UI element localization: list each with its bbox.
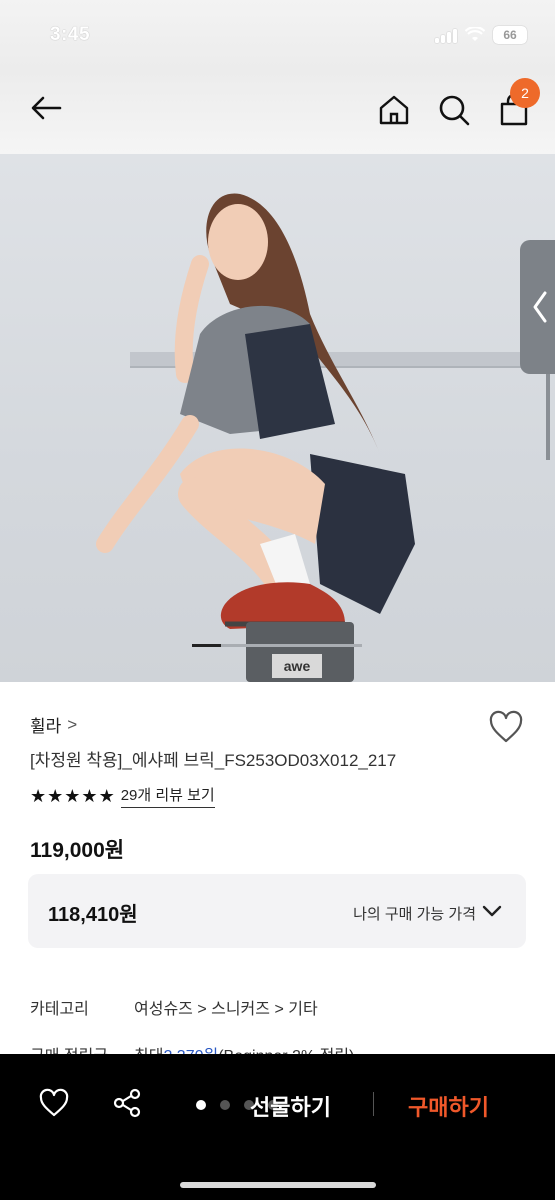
rating-row: ★ ★ ★ ★ ★ 29개 리뷰 보기 — [30, 784, 215, 808]
buy-button[interactable]: 구매하기 — [408, 1090, 489, 1122]
rating-stars: ★ ★ ★ ★ ★ — [30, 787, 115, 805]
product-title: [차정원 착용]_에샤페 브릭_FS253OD03X012_217 — [30, 751, 397, 770]
my-price-value: 118,410원 — [48, 904, 138, 926]
back-arrow-icon[interactable] — [26, 88, 66, 128]
product-image-gallery[interactable]: awe — [0, 154, 555, 682]
cart-count-badge: 2 — [510, 78, 540, 108]
heart-icon[interactable] — [488, 710, 524, 744]
post-sticker: awe — [272, 654, 322, 678]
chevron-down-icon — [482, 905, 502, 917]
star-icon: ★ — [47, 786, 64, 806]
drawer-indicator — [546, 374, 550, 460]
share-icon[interactable] — [112, 1088, 142, 1118]
page-dot — [196, 1100, 206, 1110]
home-icon[interactable] — [376, 92, 412, 128]
brand-name: 휠라 — [30, 717, 62, 736]
my-price-box[interactable]: 118,410원 나의 구매 가능 가격 — [28, 874, 526, 948]
wifi-icon — [465, 27, 485, 41]
review-link[interactable]: 29개 리뷰 보기 — [120, 784, 215, 808]
star-icon: ★ — [30, 786, 47, 806]
my-price-label: 나의 구매 가능 가격 — [353, 906, 476, 923]
star-icon: ★ — [81, 786, 98, 806]
home-indicator — [180, 1182, 376, 1188]
model-photo — [96, 193, 415, 629]
top-nav: 2 — [0, 70, 555, 154]
gift-button[interactable]: 선물하기 — [250, 1090, 331, 1122]
page-dot — [220, 1100, 230, 1110]
status-time: 3:45 — [50, 24, 91, 45]
gallery-progress-fill — [192, 644, 221, 647]
chevron-left-icon — [533, 291, 547, 323]
category-row: 카테고리 여성슈즈 > 스니커즈 > 기타 — [30, 995, 318, 1019]
bottom-action-bar: 선물하기 구매하기 — [0, 1054, 555, 1200]
side-drawer-handle[interactable] — [520, 240, 555, 374]
chevron-right-icon: > — [67, 714, 78, 734]
category-label: 카테고리 — [30, 1001, 89, 1018]
signal-icon — [435, 27, 457, 43]
brand-link[interactable]: 휠라 > — [30, 712, 77, 737]
heart-icon[interactable] — [38, 1088, 70, 1118]
product-price: 119,000원 — [30, 839, 125, 862]
divider — [373, 1092, 374, 1116]
battery-icon: 66 — [493, 26, 527, 44]
category-value[interactable]: 여성슈즈 > 스니커즈 > 기타 — [134, 995, 318, 1019]
star-icon: ★ — [64, 786, 81, 806]
status-bar: 3:45 66 — [0, 0, 555, 70]
search-icon[interactable] — [436, 92, 472, 128]
star-icon: ★ — [98, 786, 115, 806]
gallery-progress-bar — [192, 644, 362, 647]
status-indicators: 66 — [435, 26, 527, 44]
